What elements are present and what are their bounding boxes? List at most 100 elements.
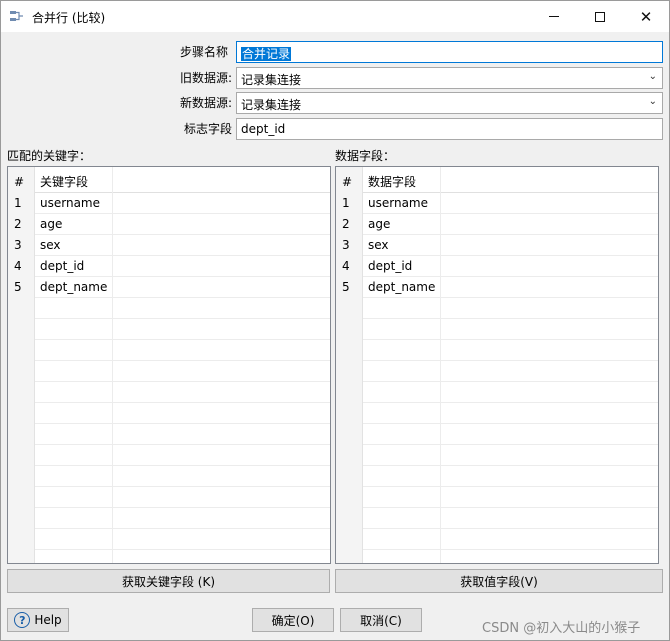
data-section-label: 数据字段： — [335, 149, 396, 163]
data-fields-table[interactable]: ^# 数据字段 1 username 2 age 3 sex 4 dept_id… — [335, 166, 659, 564]
help-button[interactable]: ? Help — [7, 608, 69, 632]
table-row[interactable]: 5 dept_name — [8, 277, 330, 298]
merge-rows-icon — [10, 11, 23, 21]
empty-table-row — [336, 403, 658, 424]
empty-table-row — [336, 466, 658, 487]
sort-caret-icon: ^ — [343, 167, 351, 170]
table-row[interactable]: 3 sex — [8, 235, 330, 256]
empty-table-row — [8, 382, 330, 403]
flag-field-input[interactable]: dept_id — [236, 118, 663, 140]
row-number: 2 — [336, 214, 363, 235]
empty-table-row — [336, 340, 658, 361]
empty-table-row — [8, 487, 330, 508]
old-source-select[interactable]: 记录集连接 ⌄ — [236, 67, 663, 89]
empty-table-row — [336, 487, 658, 508]
cancel-button[interactable]: 取消(C) — [340, 608, 422, 632]
empty-table-row — [8, 298, 330, 319]
empty-table-row — [336, 382, 658, 403]
row-field[interactable]: sex — [363, 235, 441, 256]
table-row[interactable]: 1 username — [336, 193, 658, 214]
row-field[interactable]: dept_name — [363, 277, 441, 298]
row-field[interactable]: dept_id — [35, 256, 113, 277]
table-row[interactable]: 3 sex — [336, 235, 658, 256]
empty-table-row — [8, 466, 330, 487]
new-source-select[interactable]: 记录集连接 ⌄ — [236, 92, 663, 114]
minimize-icon — [549, 16, 559, 17]
empty-table-row — [8, 424, 330, 445]
empty-table-row — [336, 319, 658, 340]
empty-table-row — [8, 529, 330, 550]
row-field[interactable]: sex — [35, 235, 113, 256]
column-header-num[interactable]: ^# — [8, 167, 35, 193]
maximize-icon — [595, 11, 605, 22]
help-label: Help — [34, 613, 62, 627]
chevron-down-icon: ⌄ — [648, 71, 657, 82]
column-header-field[interactable]: 关键字段 — [35, 167, 113, 193]
row-field[interactable]: age — [363, 214, 441, 235]
row-field[interactable]: dept_id — [363, 256, 441, 277]
flag-field-label: 标志字段 — [183, 122, 232, 136]
column-header-field[interactable]: 数据字段 — [363, 167, 441, 193]
empty-table-row — [336, 529, 658, 550]
table-row[interactable]: 2 age — [8, 214, 330, 235]
row-number: 4 — [8, 256, 35, 277]
new-source-label: 新数据源: — [179, 96, 232, 110]
empty-table-row — [8, 550, 330, 563]
row-number: 1 — [336, 193, 363, 214]
sort-caret-icon: ^ — [15, 167, 23, 170]
empty-table-row — [8, 403, 330, 424]
empty-table-row — [8, 319, 330, 340]
row-field[interactable]: username — [363, 193, 441, 214]
step-name-value: 合并记录 — [241, 47, 292, 61]
table-row[interactable]: 4 dept_id — [336, 256, 658, 277]
old-source-value: 记录集连接 — [241, 73, 302, 87]
empty-table-row — [336, 424, 658, 445]
empty-table-row — [336, 550, 658, 563]
empty-table-row — [8, 340, 330, 361]
empty-table-row — [8, 361, 330, 382]
row-number: 2 — [8, 214, 35, 235]
row-number: 3 — [8, 235, 35, 256]
empty-table-row — [336, 508, 658, 529]
column-header-empty — [113, 167, 330, 193]
row-field[interactable]: age — [35, 214, 113, 235]
window-title: 合并行 (比较) — [32, 11, 106, 25]
column-header-empty — [441, 167, 658, 193]
get-key-fields-button[interactable]: 获取关键字段 (K) — [7, 569, 330, 593]
old-source-label: 旧数据源: — [179, 71, 232, 85]
table-row[interactable]: 4 dept_id — [8, 256, 330, 277]
keys-section-label: 匹配的关键字： — [7, 149, 92, 163]
watermark: CSDN @初入大山的小猴子 — [482, 621, 641, 636]
table-row[interactable]: 2 age — [336, 214, 658, 235]
table-row[interactable]: 1 username — [8, 193, 330, 214]
empty-table-row — [336, 298, 658, 319]
column-header-num[interactable]: ^# — [336, 167, 363, 193]
title-bar: 合并行 (比较) ✕ — [1, 1, 669, 32]
row-number: 3 — [336, 235, 363, 256]
table-header: ^# 关键字段 — [8, 167, 330, 193]
question-circle-icon: ? — [14, 612, 31, 628]
new-source-value: 记录集连接 — [241, 98, 302, 112]
get-value-fields-button[interactable]: 获取值字段(V) — [335, 569, 663, 593]
row-number: 5 — [336, 277, 363, 298]
empty-table-row — [336, 445, 658, 466]
empty-table-row — [8, 508, 330, 529]
empty-table-row — [336, 361, 658, 382]
dialog-window: 合并行 (比较) ✕ 步骤名称 合并记录 旧数据源: 记录集连接 ⌄ 新数据源:… — [0, 0, 670, 641]
step-name-label: 步骤名称 — [179, 45, 228, 59]
empty-table-row — [8, 445, 330, 466]
flag-field-value: dept_id — [241, 122, 286, 136]
step-name-input[interactable]: 合并记录 — [236, 41, 663, 63]
row-field[interactable]: username — [35, 193, 113, 214]
maximize-button[interactable] — [577, 1, 623, 32]
close-button[interactable]: ✕ — [623, 1, 669, 32]
row-number: 1 — [8, 193, 35, 214]
table-row[interactable]: 5 dept_name — [336, 277, 658, 298]
minimize-button[interactable] — [531, 1, 577, 32]
ok-button[interactable]: 确定(O) — [252, 608, 334, 632]
key-fields-table[interactable]: ^# 关键字段 1 username 2 age 3 sex 4 dept_id… — [7, 166, 331, 564]
row-field[interactable]: dept_name — [35, 277, 113, 298]
chevron-down-icon: ⌄ — [648, 96, 657, 107]
row-number: 5 — [8, 277, 35, 298]
row-number: 4 — [336, 256, 363, 277]
